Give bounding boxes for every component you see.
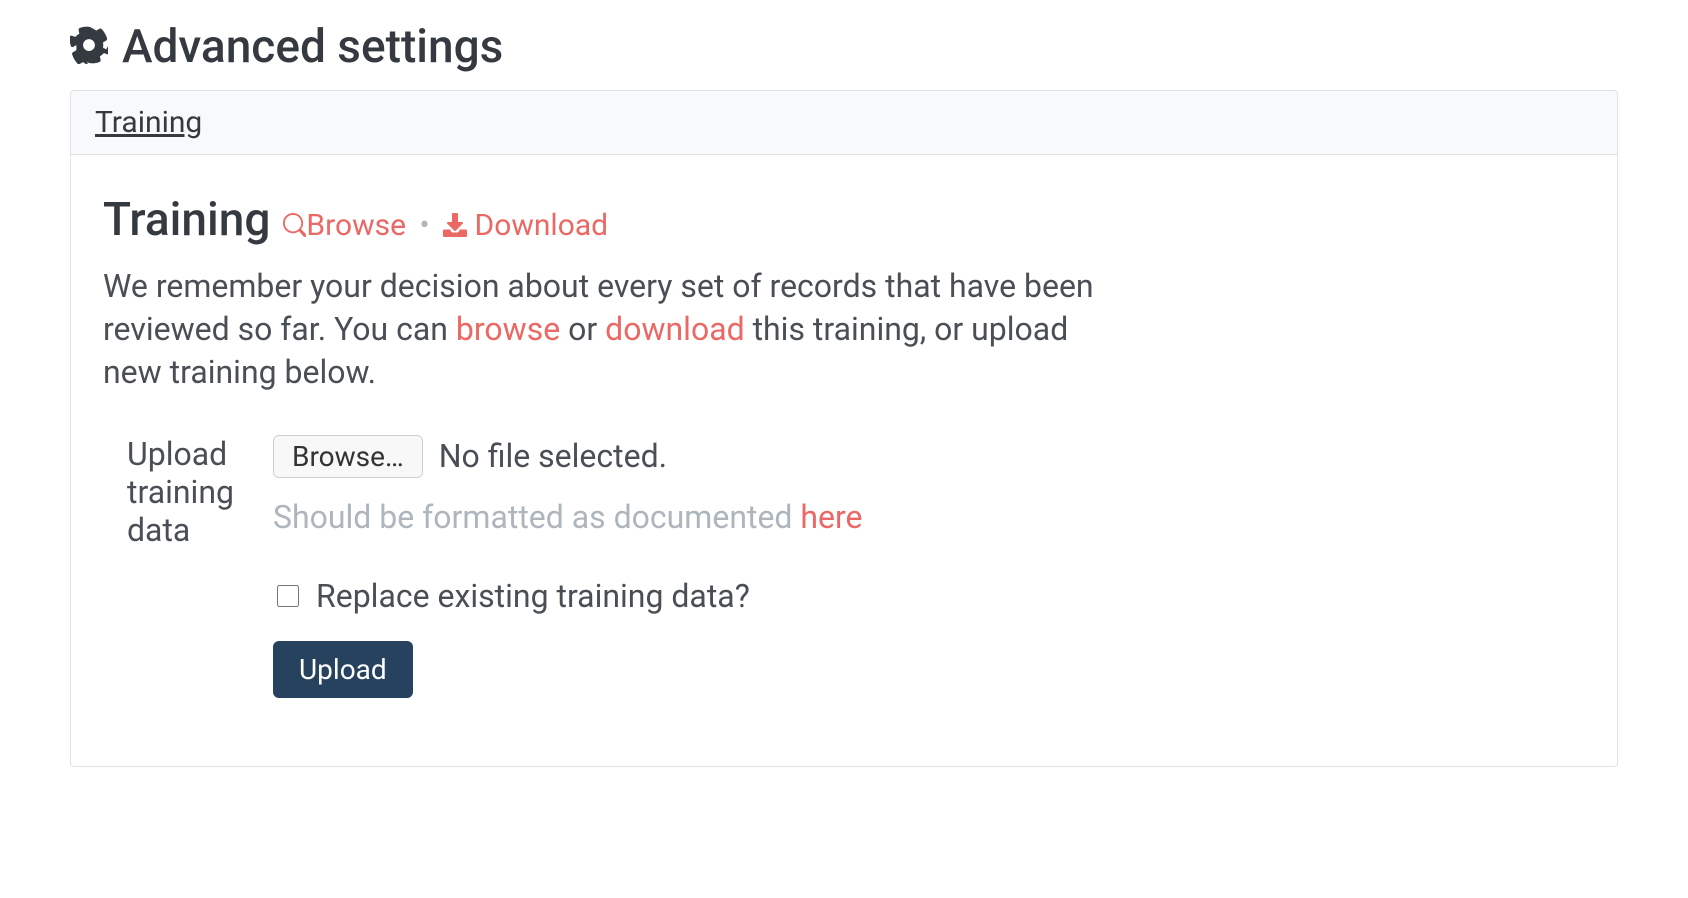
page-title: Advanced settings — [122, 20, 503, 74]
download-inline-link[interactable]: download — [605, 310, 745, 348]
panel-body: Training Browse • Download We remember y… — [71, 155, 1131, 766]
browse-inline-link[interactable]: browse — [456, 310, 560, 348]
link-separator: • — [419, 208, 429, 243]
upload-label: Upload training data — [103, 435, 273, 549]
replace-checkbox[interactable] — [277, 585, 299, 607]
file-browse-button[interactable]: Browse… — [273, 435, 423, 478]
upload-button[interactable]: Upload — [273, 641, 413, 698]
file-status-text: No file selected. — [439, 437, 667, 475]
download-link-text: Download — [475, 208, 609, 243]
browse-link[interactable]: Browse — [282, 208, 406, 243]
file-picker-row: Browse… No file selected. — [273, 435, 1099, 478]
help-docs-link[interactable]: here — [800, 498, 862, 536]
training-heading: Training — [103, 193, 270, 247]
download-link[interactable]: Download — [443, 208, 608, 243]
heading-links: Browse • Download — [282, 208, 608, 245]
page-header: Advanced settings — [70, 20, 1618, 74]
download-icon — [443, 210, 467, 245]
replace-checkbox-label[interactable]: Replace existing training data? — [316, 577, 750, 615]
upload-help-text: Should be formatted as documented here — [273, 498, 1099, 536]
replace-row: Replace existing training data? Upload — [103, 577, 1099, 698]
tabs-bar: Training — [71, 91, 1617, 155]
upload-form-row: Upload training data Browse… No file sel… — [103, 435, 1099, 549]
gear-icon — [70, 26, 108, 68]
search-icon — [282, 210, 306, 245]
tab-training[interactable]: Training — [95, 91, 202, 154]
section-heading: Training Browse • Download — [103, 193, 1099, 247]
browse-link-text: Browse — [306, 208, 406, 243]
settings-panel: Training Training Browse • Download We r… — [70, 90, 1618, 767]
training-description: We remember your decision about every se… — [103, 265, 1099, 395]
